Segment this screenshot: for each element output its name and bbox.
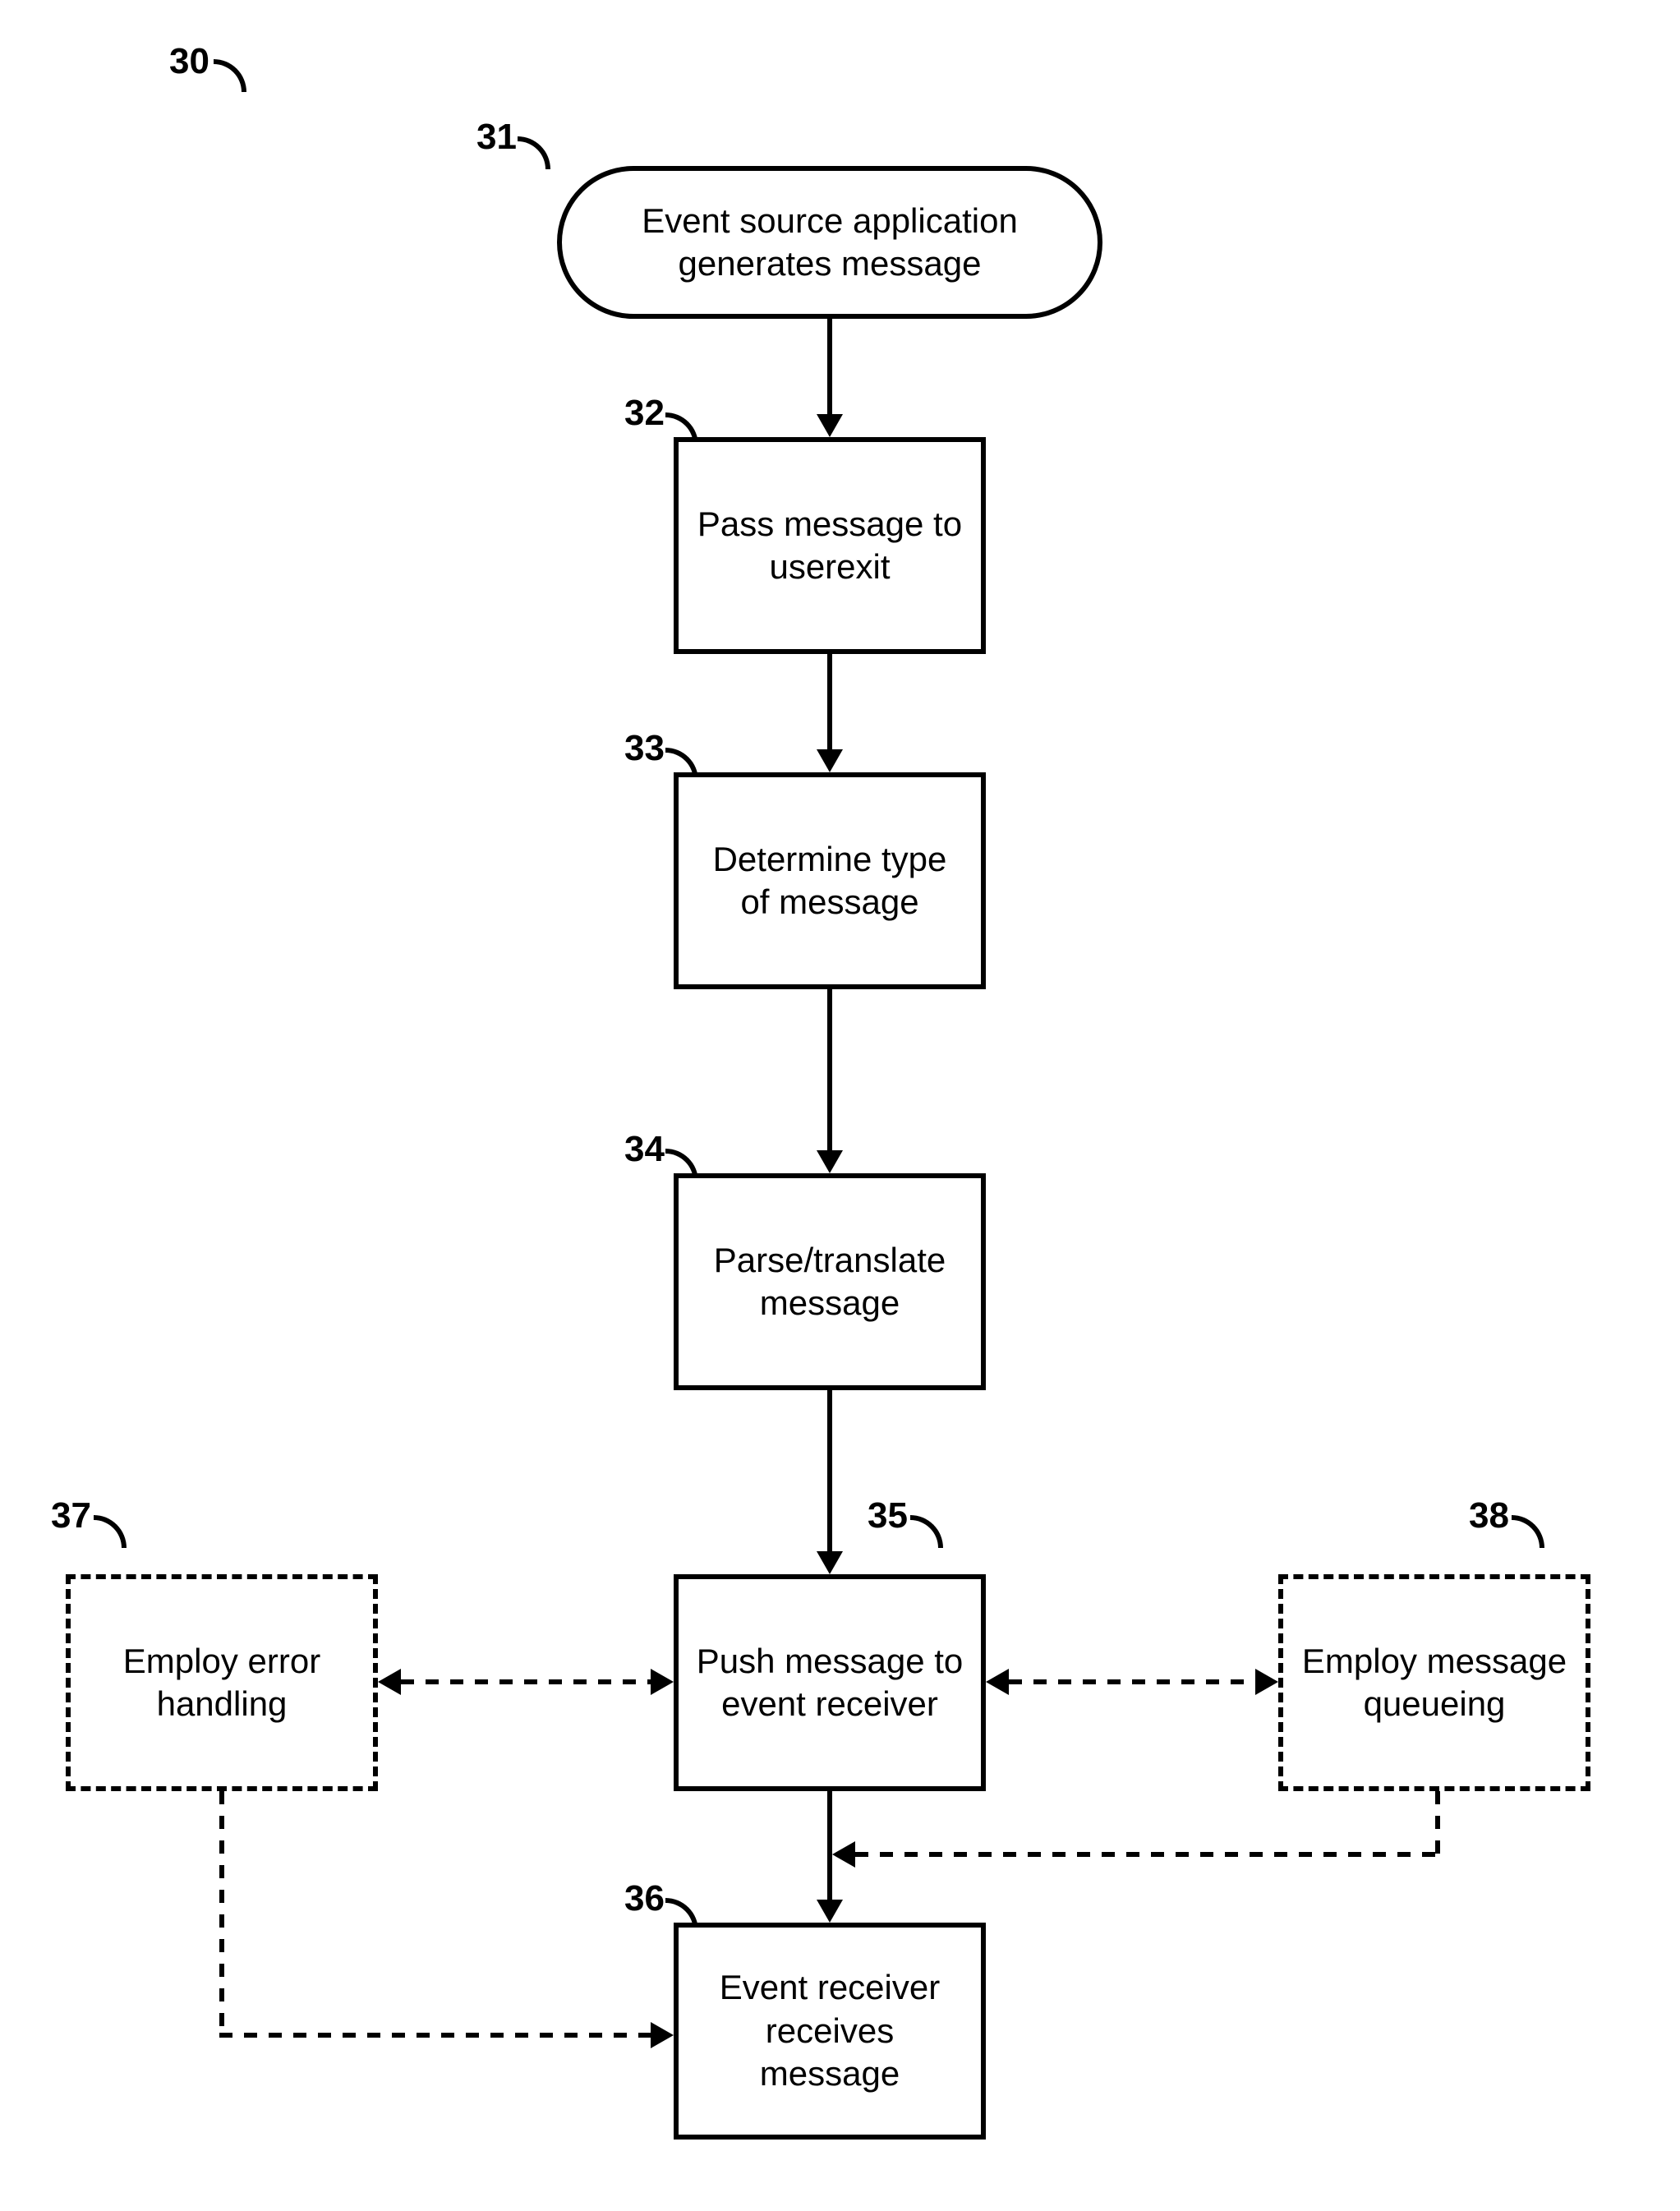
node-pass-userexit: Pass message to userexit: [674, 437, 986, 654]
node-38-id: 38: [1469, 1495, 1509, 1536]
n38-hook: [1512, 1515, 1544, 1548]
edge-31-32-arrow: [817, 414, 843, 437]
node-37-text: Employ error handling: [87, 1640, 357, 1726]
edge-33-34-line: [827, 989, 832, 1154]
edge-35-38-line: [1009, 1679, 1255, 1684]
edge-33-34-arrow: [817, 1150, 843, 1173]
figure-label: 30: [169, 41, 209, 82]
node-error-handling: Employ error handling: [66, 1574, 378, 1791]
edge-37-36-v: [219, 1791, 224, 2038]
edge-34-35-arrow: [817, 1551, 843, 1574]
node-33-text: Determine type of message: [695, 838, 964, 924]
n31-hook: [518, 136, 550, 169]
node-start: Event source application generates messa…: [557, 166, 1102, 319]
node-36-text: Event receiver receives message: [695, 1966, 964, 2096]
edge-38-36-arrow: [832, 1841, 855, 1868]
edge-38-36-h: [855, 1852, 1440, 1857]
edge-35-37-arrow-left: [378, 1669, 401, 1695]
node-33-id: 33: [624, 728, 665, 769]
edge-35-38-arrow-right: [1255, 1669, 1278, 1695]
edge-35-38-arrow-left: [986, 1669, 1009, 1695]
node-receiver-receives: Event receiver receives message: [674, 1923, 986, 2140]
edge-38-36-v: [1435, 1791, 1440, 1857]
n35-hook: [910, 1515, 943, 1548]
edge-32-33-arrow: [817, 749, 843, 772]
edge-37-36-arrow: [651, 2022, 674, 2048]
node-34-text: Parse/translate message: [695, 1239, 964, 1325]
edge-35-37-arrow-right: [651, 1669, 674, 1695]
node-31-id: 31: [476, 117, 517, 158]
node-32-text: Pass message to userexit: [695, 503, 964, 589]
edge-34-35-line: [827, 1390, 832, 1555]
edge-35-37-line: [401, 1679, 651, 1684]
node-34-id: 34: [624, 1129, 665, 1170]
node-35-text: Push message to event receiver: [695, 1640, 964, 1726]
node-32-id: 32: [624, 393, 665, 434]
node-parse-translate: Parse/translate message: [674, 1173, 986, 1390]
node-push-message: Push message to event receiver: [674, 1574, 986, 1791]
edge-37-36-h: [219, 2033, 651, 2038]
node-35-id: 35: [868, 1495, 908, 1536]
node-message-queueing: Employ message queueing: [1278, 1574, 1590, 1791]
node-36-id: 36: [624, 1878, 665, 1919]
node-31-text: Event source application generates messa…: [578, 200, 1081, 286]
n37-hook: [94, 1515, 127, 1548]
node-determine-type: Determine type of message: [674, 772, 986, 989]
edge-31-32-line: [827, 319, 832, 417]
edge-35-36-arrow: [817, 1900, 843, 1923]
figure-label-hook: [214, 59, 246, 92]
node-37-id: 37: [51, 1495, 91, 1536]
edge-32-33-line: [827, 654, 832, 753]
node-38-text: Employ message queueing: [1300, 1640, 1569, 1726]
flowchart-canvas: 30 31 Event source application generates…: [0, 0, 1680, 2211]
